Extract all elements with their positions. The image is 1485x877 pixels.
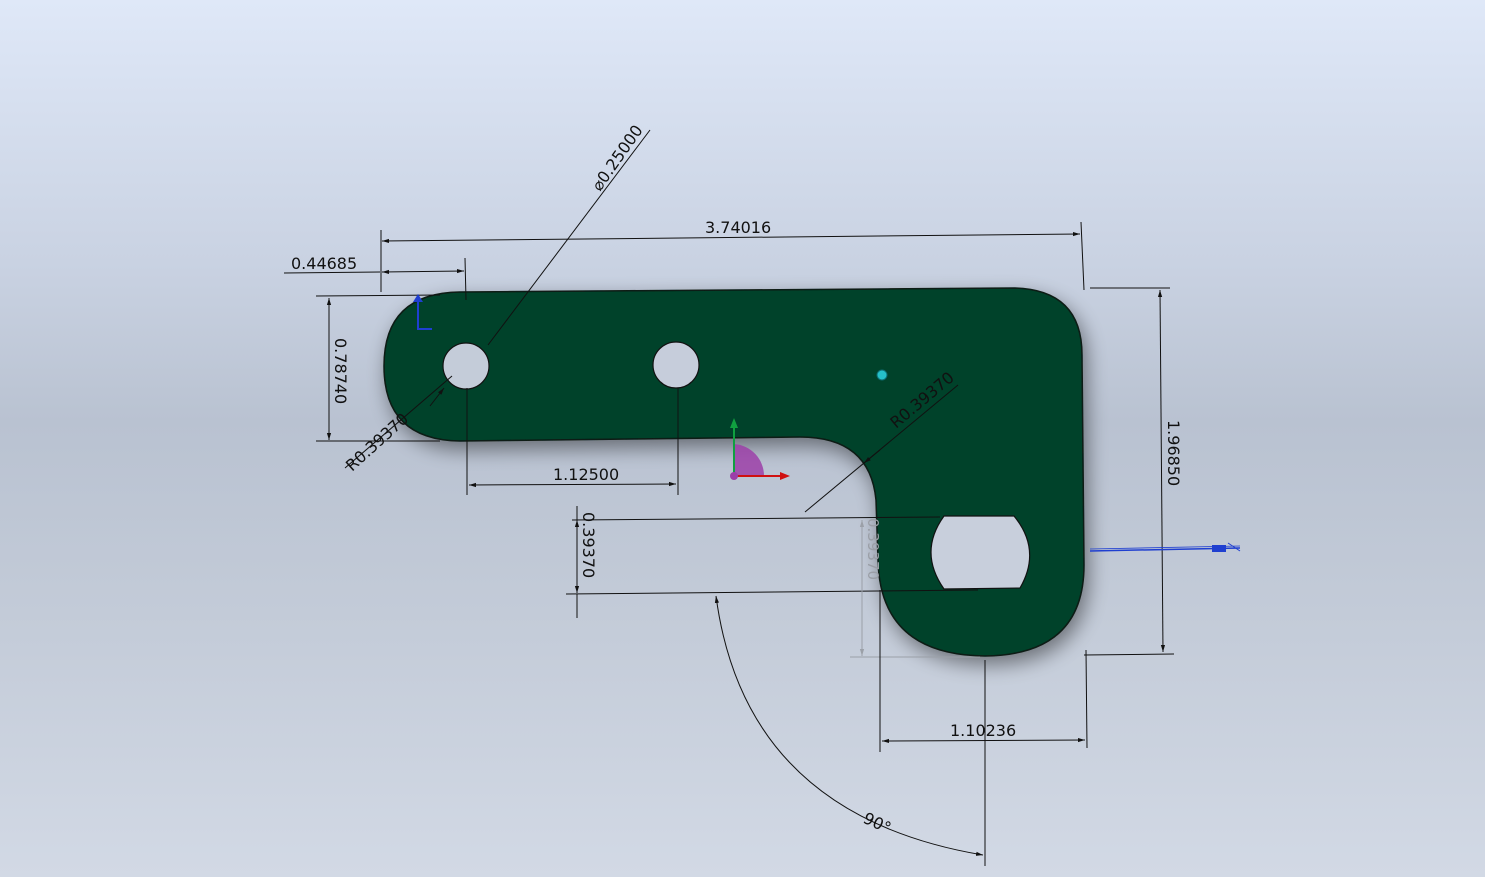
- origin-icon: [1089, 542, 1241, 552]
- hole-middle[interactable]: [652, 341, 700, 389]
- model-view[interactable]: 3.74016 0.44685 ⌀0.25000 0.78740 R0.3937…: [0, 0, 1485, 877]
- dim-overall-width-text: 3.74016: [705, 218, 771, 237]
- dim-angle-text: 90°: [860, 808, 894, 837]
- dim-radius-left-text: R0.39370: [342, 409, 412, 475]
- center-of-mass-icon[interactable]: [876, 369, 888, 381]
- dim-slot-hidden-text: 0.39370: [864, 518, 882, 580]
- dim-left-offset[interactable]: 0.44685: [283, 254, 467, 301]
- dim-height-left-text: 0.78740: [331, 338, 350, 404]
- dim-slot-height-text: 0.39370: [579, 512, 598, 578]
- dim-bottom-width-text: 1.10236: [950, 721, 1016, 740]
- dim-height-right-text: 1.96850: [1164, 420, 1183, 486]
- dim-height-right[interactable]: 1.96850: [1083, 287, 1183, 656]
- dim-left-offset-text: 0.44685: [291, 254, 357, 273]
- dim-hole-diameter-text: ⌀0.25000: [588, 121, 647, 194]
- graphics-area[interactable]: 3.74016 0.44685 ⌀0.25000 0.78740 R0.3937…: [0, 0, 1485, 877]
- dim-hole-spacing-text: 1.12500: [553, 465, 619, 484]
- dim-overall-width[interactable]: 3.74016: [380, 218, 1085, 292]
- hole-left[interactable]: [442, 342, 490, 390]
- slot[interactable]: [930, 515, 1031, 590]
